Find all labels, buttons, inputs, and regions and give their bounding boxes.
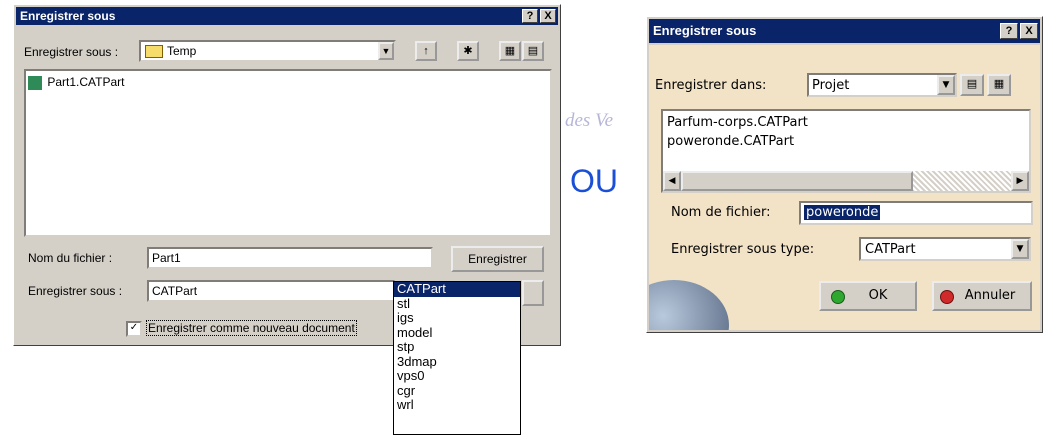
decorative-planet-image <box>649 280 729 330</box>
save-in-value: Temp <box>167 44 197 58</box>
catpart-file-icon <box>28 75 42 90</box>
ok-button[interactable]: OK <box>819 281 917 311</box>
close-button[interactable]: X <box>540 9 556 23</box>
watermark-text: des Ve <box>565 110 614 131</box>
type-label: Enregistrer sous : <box>28 284 123 298</box>
list-item[interactable]: Parfum-corps.CATPart <box>667 115 808 130</box>
save-in-dropdown[interactable]: Temp ▼ <box>139 40 396 62</box>
dropdown-option[interactable]: stl <box>394 296 520 312</box>
cancel-button-hidden[interactable] <box>522 280 544 306</box>
dropdown-option[interactable]: stp <box>394 340 520 355</box>
dropdown-option[interactable]: cgr <box>394 383 520 399</box>
details-view-button[interactable]: ▦ <box>987 74 1011 96</box>
dropdown-option[interactable]: CATPart <box>394 282 520 297</box>
cancel-button[interactable]: Annuler <box>932 281 1032 311</box>
dropdown-option[interactable]: vps0 <box>394 369 520 384</box>
scroll-left-icon[interactable]: ◀ <box>663 171 681 191</box>
chevron-down-icon[interactable]: ▼ <box>937 75 955 95</box>
file-list[interactable]: Part1.CATPart <box>24 69 552 237</box>
list-item[interactable]: poweronde.CATPart <box>667 134 794 149</box>
horizontal-scrollbar[interactable]: ◀ ▶ <box>663 171 1029 191</box>
dropdown-option[interactable]: model <box>394 325 520 341</box>
dialog-body: Enregistrer dans: Projet ▼ ▤ ▦ Parfum-co… <box>649 45 1040 330</box>
dialog-title: Enregistrer sous <box>653 23 757 38</box>
red-dot-icon <box>940 290 954 304</box>
or-separator: OU <box>570 163 618 199</box>
save-button[interactable]: Enregistrer <box>451 246 544 272</box>
dialog-title-bar: Enregistrer sous ? X <box>16 7 558 25</box>
list-view-button[interactable]: ▤ <box>960 74 984 96</box>
dialog-title-bar: Enregistrer sous ? X <box>649 19 1040 43</box>
save-in-label: Enregistrer dans: <box>655 78 767 93</box>
save-in-label: Enregistrer sous : <box>24 45 119 59</box>
filename-label: Nom du fichier : <box>28 251 113 265</box>
scroll-right-icon[interactable]: ▶ <box>1011 171 1029 191</box>
list-view-button[interactable]: ▦ <box>499 41 521 61</box>
type-label: Enregistrer sous type: <box>671 242 815 257</box>
filename-label: Nom de fichier: <box>671 205 771 220</box>
file-name: Part1.CATPart <box>47 75 125 89</box>
scroll-thumb[interactable] <box>681 171 913 191</box>
up-folder-button[interactable]: ↑ <box>415 41 437 61</box>
save-in-dropdown[interactable]: Projet ▼ <box>807 73 957 97</box>
chevron-down-icon[interactable]: ▼ <box>378 42 394 60</box>
help-button[interactable]: ? <box>522 9 538 23</box>
type-dropdown[interactable]: CATPart <box>147 280 395 302</box>
close-button[interactable]: X <box>1020 23 1038 39</box>
details-view-button[interactable]: ▤ <box>522 41 544 61</box>
filename-input[interactable]: poweronde <box>799 201 1033 225</box>
new-document-label: Enregistrer comme nouveau document <box>146 320 357 336</box>
new-document-checkbox[interactable]: ✓ <box>126 321 142 337</box>
type-dropdown[interactable]: CATPart ▼ <box>859 237 1031 261</box>
green-dot-icon <box>831 290 845 304</box>
dropdown-option[interactable]: 3dmap <box>394 354 520 370</box>
dialog-title: Enregistrer sous <box>20 9 116 23</box>
list-item[interactable]: Part1.CATPart <box>28 75 124 90</box>
file-list[interactable]: Parfum-corps.CATPart poweronde.CATPart ◀… <box>661 109 1031 193</box>
dropdown-option[interactable]: wrl <box>394 398 520 413</box>
dropdown-option[interactable]: igs <box>394 311 520 326</box>
file-type-dropdown-list[interactable]: CATPart stl igs model stp 3dmap vps0 cgr… <box>393 281 521 435</box>
help-button[interactable]: ? <box>1000 23 1018 39</box>
save-as-dialog-right: Enregistrer sous ? X Enregistrer dans: P… <box>646 16 1043 333</box>
chevron-down-icon[interactable]: ▼ <box>1011 239 1029 259</box>
new-folder-button[interactable]: ✱ <box>457 41 479 61</box>
filename-input[interactable]: Part1 <box>147 247 433 269</box>
folder-icon <box>145 45 163 58</box>
